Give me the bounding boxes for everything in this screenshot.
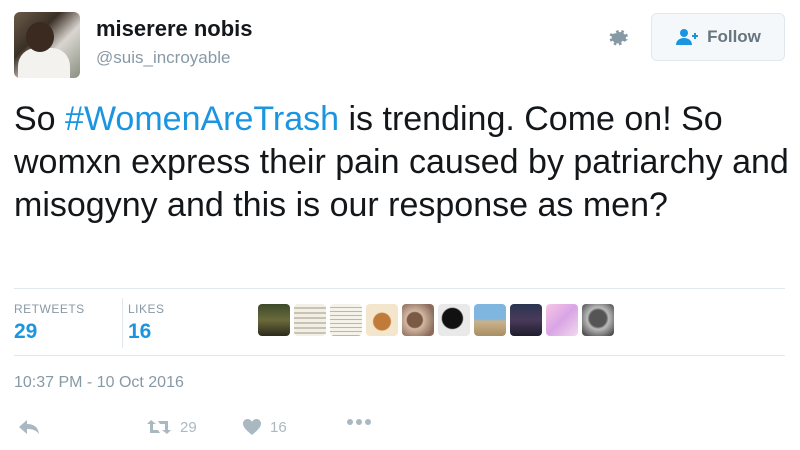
more-icon [347,419,371,425]
retweets-label[interactable]: RETWEETS [14,302,85,316]
reply-button[interactable] [18,418,40,436]
timestamp[interactable]: 10:37 PM - 10 Oct 2016 [14,374,184,392]
more-button[interactable] [346,418,372,426]
liker-avatars [258,304,614,336]
retweet-icon [147,420,171,434]
liker-avatar[interactable] [258,304,290,336]
liker-avatar[interactable] [582,304,614,336]
tweet-card: miserere nobis @suis_incroyable Follow S… [0,0,800,450]
author-name[interactable]: miserere nobis [96,16,253,42]
tweet-text-start: So [14,100,66,138]
liker-avatar[interactable] [366,304,398,336]
retweets-count[interactable]: 29 [14,320,37,344]
liker-avatar[interactable] [438,304,470,336]
divider [14,288,785,289]
retweet-count: 29 [180,418,197,436]
liker-avatar[interactable] [294,304,326,336]
retweet-button[interactable]: 29 [146,418,197,436]
avatar[interactable] [14,12,80,78]
stat-separator [122,298,123,348]
gear-icon[interactable] [604,24,632,52]
add-user-icon [676,29,699,45]
likes-count[interactable]: 16 [128,320,151,344]
follow-button[interactable]: Follow [651,13,785,61]
likes-label[interactable]: LIKES [128,302,165,316]
hashtag-link[interactable]: #WomenAreTrash [65,100,339,138]
divider [14,355,785,356]
heart-icon [243,419,261,435]
reply-icon [19,420,39,434]
liker-avatar[interactable] [546,304,578,336]
like-button[interactable]: 16 [242,418,287,436]
like-count: 16 [270,418,287,436]
liker-avatar[interactable] [474,304,506,336]
liker-avatar[interactable] [402,304,434,336]
tweet-text: So #WomenAreTrash is trending. Come on! … [14,98,789,227]
liker-avatar[interactable] [510,304,542,336]
follow-label: Follow [707,27,761,46]
author-handle[interactable]: @suis_incroyable [96,48,230,68]
liker-avatar[interactable] [330,304,362,336]
